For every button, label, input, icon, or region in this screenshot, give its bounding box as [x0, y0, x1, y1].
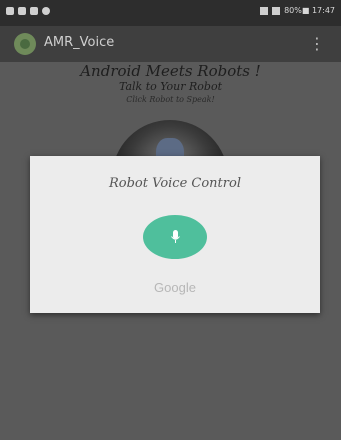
- page-hint: Click Robot to Speak!: [126, 95, 215, 104]
- system-icons: 80%■ 17:47: [260, 6, 335, 15]
- microphone-icon: [171, 230, 180, 243]
- wifi-icon: [272, 6, 281, 15]
- status-bar: 80%■ 17:47: [0, 0, 341, 26]
- phone-screen: 80%■ 17:47 AMR_Voice ⋮ Android Meets Rob…: [0, 0, 341, 440]
- overflow-menu-icon[interactable]: ⋮: [309, 34, 325, 54]
- page-heading: Android Meets Robots !: [80, 62, 261, 80]
- signal-icon: [260, 6, 269, 15]
- app-logo-icon: [14, 33, 36, 55]
- notification-icons: [6, 7, 50, 15]
- google-brand: Google: [154, 280, 196, 295]
- mic-button[interactable]: [143, 215, 207, 259]
- notification-icon: [18, 7, 26, 15]
- page-subheading: Talk to Your Robot: [118, 80, 223, 93]
- notification-icon: [30, 7, 38, 15]
- app-title: AMR_Voice: [44, 35, 115, 50]
- dialog-title: Robot Voice Control: [109, 176, 241, 191]
- notification-icon: [42, 7, 50, 15]
- voice-dialog: Robot Voice Control Google: [30, 156, 320, 313]
- app-bar: AMR_Voice ⋮: [0, 26, 341, 62]
- battery-clock-text: 80%■ 17:47: [284, 6, 335, 15]
- notification-icon: [6, 7, 14, 15]
